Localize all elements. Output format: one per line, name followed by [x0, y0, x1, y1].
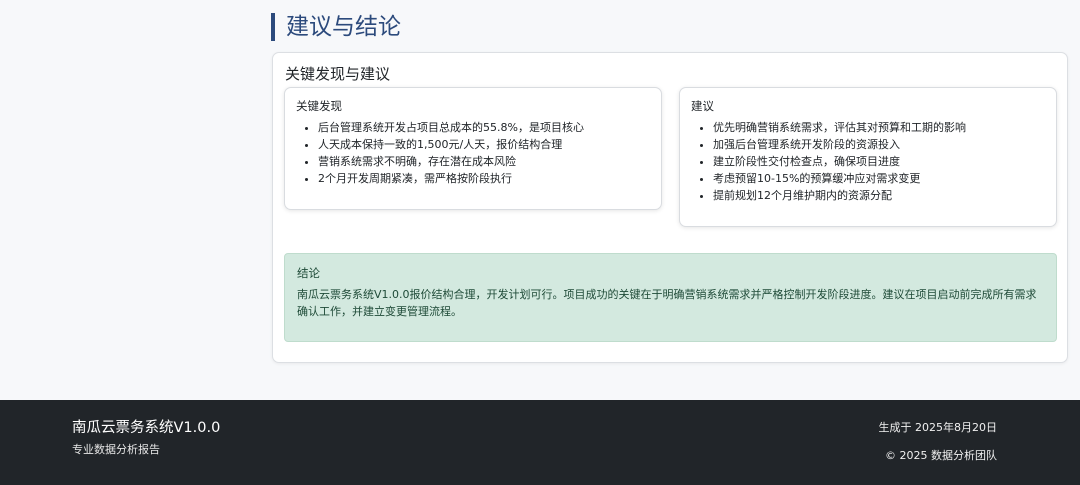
- key-findings-list: 后台管理系统开发占项目总成本的55.8%，是项目核心 人天成本保持一致的1,50…: [296, 119, 584, 187]
- card-heading: 关键发现与建议: [285, 65, 391, 83]
- recommendations-card: 建议 优先明确营销系统需求，评估其对预算和工期的影响 加强后台管理系统开发阶段的…: [679, 87, 1057, 227]
- footer-brand: 南瓜云票务系统V1.0.0: [72, 420, 221, 436]
- generated-date: 生成于 2025年8月20日: [878, 421, 998, 434]
- recommendations-title: 建议: [691, 99, 714, 113]
- conclusion-text: 南瓜云票务系统V1.0.0报价结构合理，开发计划可行。项目成功的关键在于明确营销…: [297, 288, 1037, 318]
- section-title: 建议与结论: [271, 13, 401, 41]
- key-findings-title: 关键发现: [296, 99, 342, 113]
- list-item: 考虑预留10-15%的预算缓冲应对需求变更: [713, 170, 966, 187]
- key-findings-card: 关键发现 后台管理系统开发占项目总成本的55.8%，是项目核心 人天成本保持一致…: [284, 87, 662, 210]
- footer-subtitle: 专业数据分析报告: [72, 443, 160, 456]
- conclusion-title: 结论: [297, 266, 320, 280]
- page-footer: 南瓜云票务系统V1.0.0 专业数据分析报告 生成于 2025年8月20日 © …: [0, 400, 1080, 485]
- list-item: 2个月开发周期紧凑，需严格按阶段执行: [318, 170, 584, 187]
- findings-recommendations-card: 关键发现与建议 关键发现 后台管理系统开发占项目总成本的55.8%，是项目核心 …: [272, 52, 1068, 363]
- list-item: 建立阶段性交付检查点，确保项目进度: [713, 153, 966, 170]
- conclusion-alert: 结论 南瓜云票务系统V1.0.0报价结构合理，开发计划可行。项目成功的关键在于明…: [284, 253, 1057, 342]
- list-item: 后台管理系统开发占项目总成本的55.8%，是项目核心: [318, 119, 584, 136]
- list-item: 优先明确营销系统需求，评估其对预算和工期的影响: [713, 119, 966, 136]
- list-item: 提前规划12个月维护期内的资源分配: [713, 187, 966, 204]
- list-item: 人天成本保持一致的1,500元/人天，报价结构合理: [318, 136, 584, 153]
- copyright-text: © 2025 数据分析团队: [885, 449, 997, 462]
- list-item: 营销系统需求不明确，存在潜在成本风险: [318, 153, 584, 170]
- list-item: 加强后台管理系统开发阶段的资源投入: [713, 136, 966, 153]
- recommendations-list: 优先明确营销系统需求，评估其对预算和工期的影响 加强后台管理系统开发阶段的资源投…: [691, 119, 966, 204]
